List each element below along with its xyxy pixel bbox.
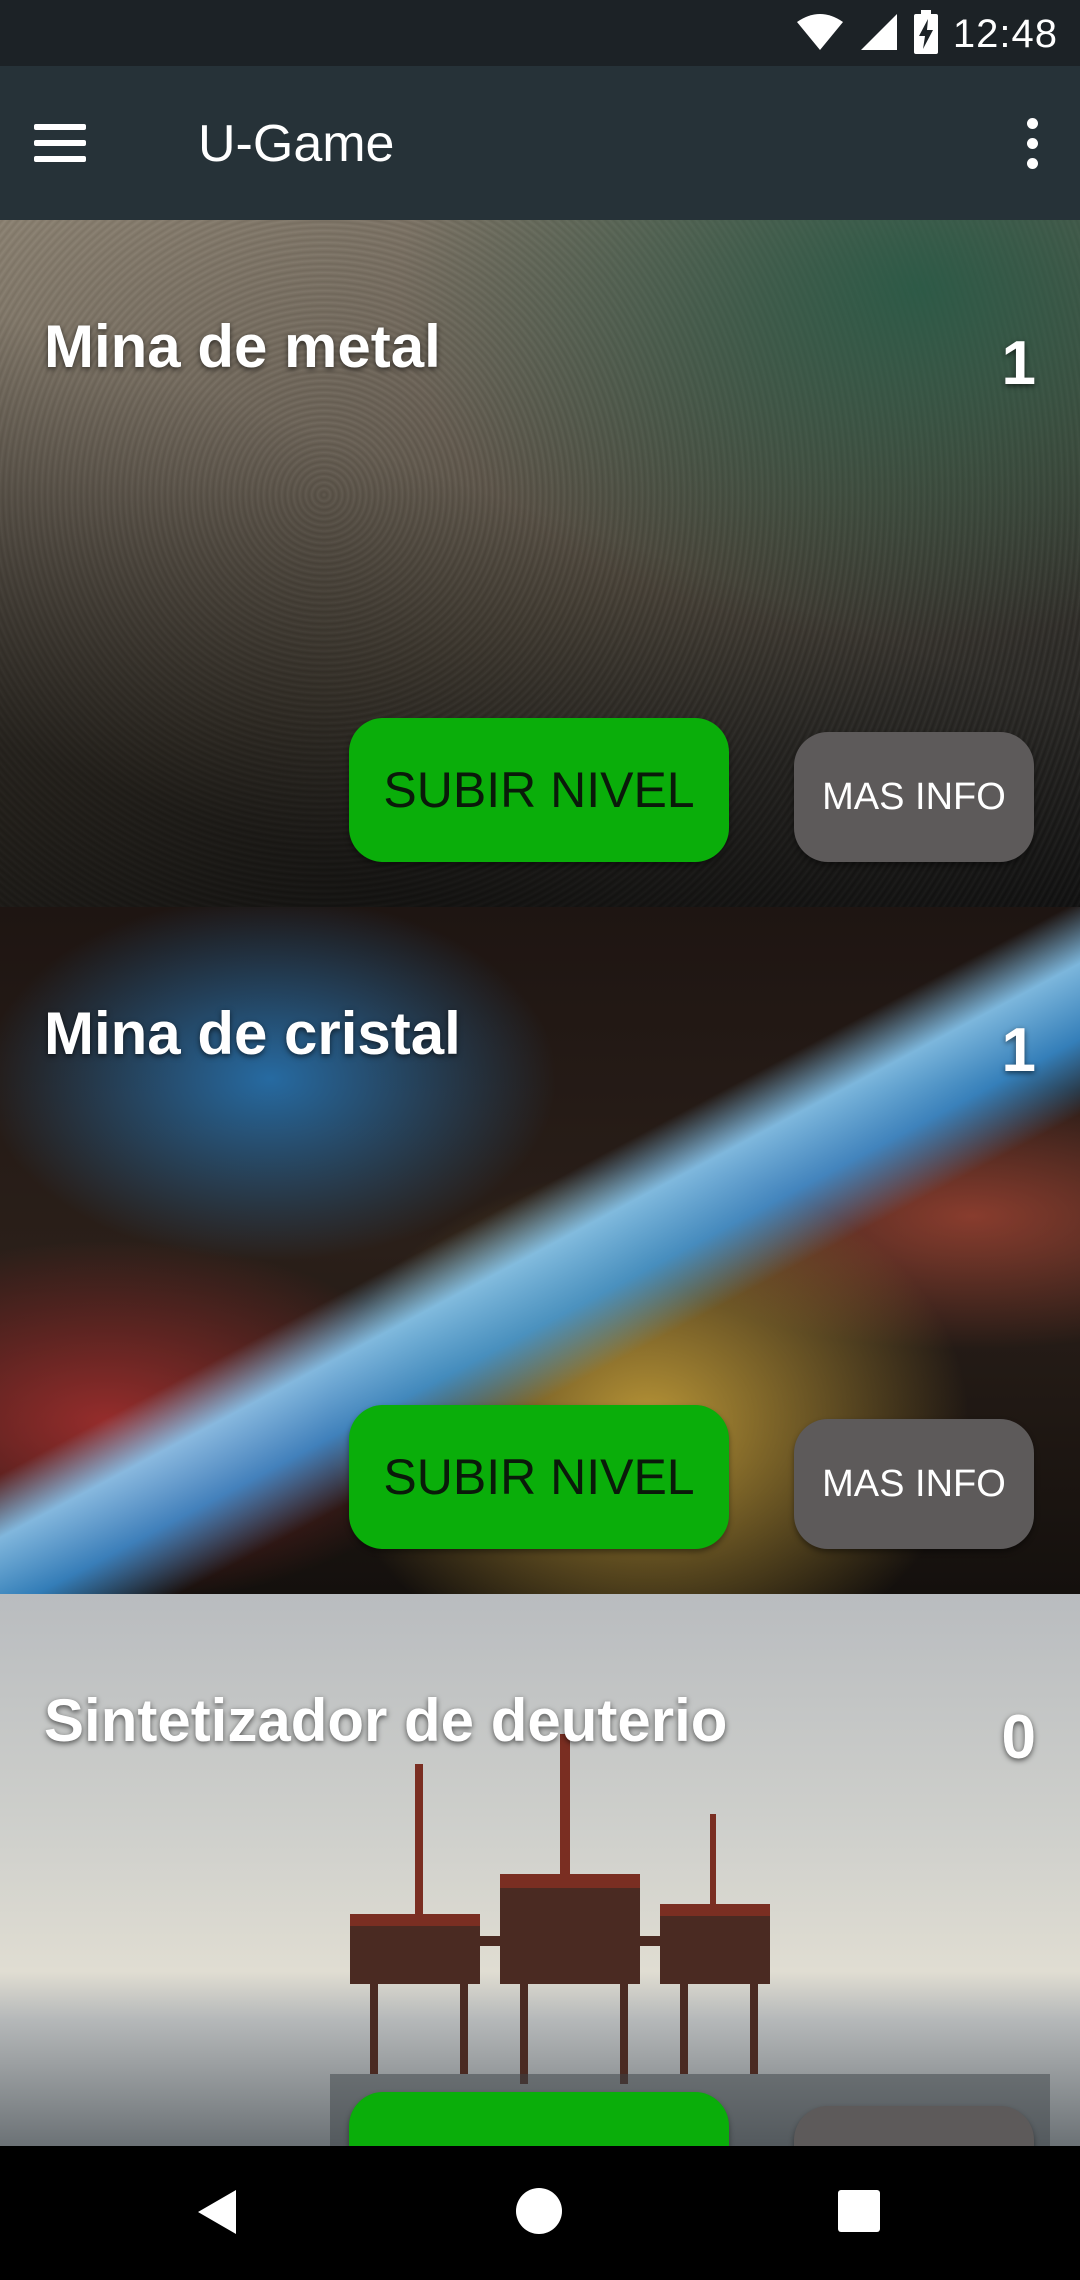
building-name: Mina de metal (44, 313, 441, 380)
screen: 12:48 U-Game Mina de metal 1 SUBIR NIVEL… (0, 0, 1080, 2280)
status-time: 12:48 (952, 11, 1058, 56)
building-name: Mina de cristal (44, 1000, 461, 1067)
back-icon[interactable] (196, 2188, 238, 2241)
upgrade-button[interactable]: SUBIR NIVEL (349, 1405, 729, 1549)
more-info-button[interactable]: MAS INFO (794, 1419, 1034, 1549)
building-card-crystal-mine: Mina de cristal 1 SUBIR NIVEL MAS INFO (0, 907, 1080, 1594)
building-level: 1 (1001, 1016, 1036, 1085)
app-bar: U-Game (0, 66, 1080, 220)
wifi-icon (795, 12, 845, 57)
building-level: 1 (1001, 329, 1036, 398)
building-level: 0 (1001, 1703, 1036, 1772)
building-name: Sintetizador de deuterio (44, 1687, 728, 1754)
status-icons: 12:48 (795, 8, 1058, 60)
more-info-button[interactable]: MAS INFO (794, 732, 1034, 862)
app-title: U-Game (198, 115, 395, 173)
signal-icon (859, 12, 899, 57)
more-vert-icon[interactable] (1012, 110, 1052, 176)
home-icon[interactable] (516, 2188, 562, 2234)
building-card-metal-mine: Mina de metal 1 SUBIR NIVEL MAS INFO (0, 220, 1080, 907)
recents-icon[interactable] (838, 2190, 880, 2232)
battery-charging-icon (913, 9, 939, 59)
upgrade-button[interactable]: SUBIR NIVEL (349, 718, 729, 862)
hamburger-menu-icon[interactable] (34, 110, 118, 176)
system-nav-bar (0, 2146, 1080, 2280)
status-bar: 12:48 (0, 0, 1080, 66)
